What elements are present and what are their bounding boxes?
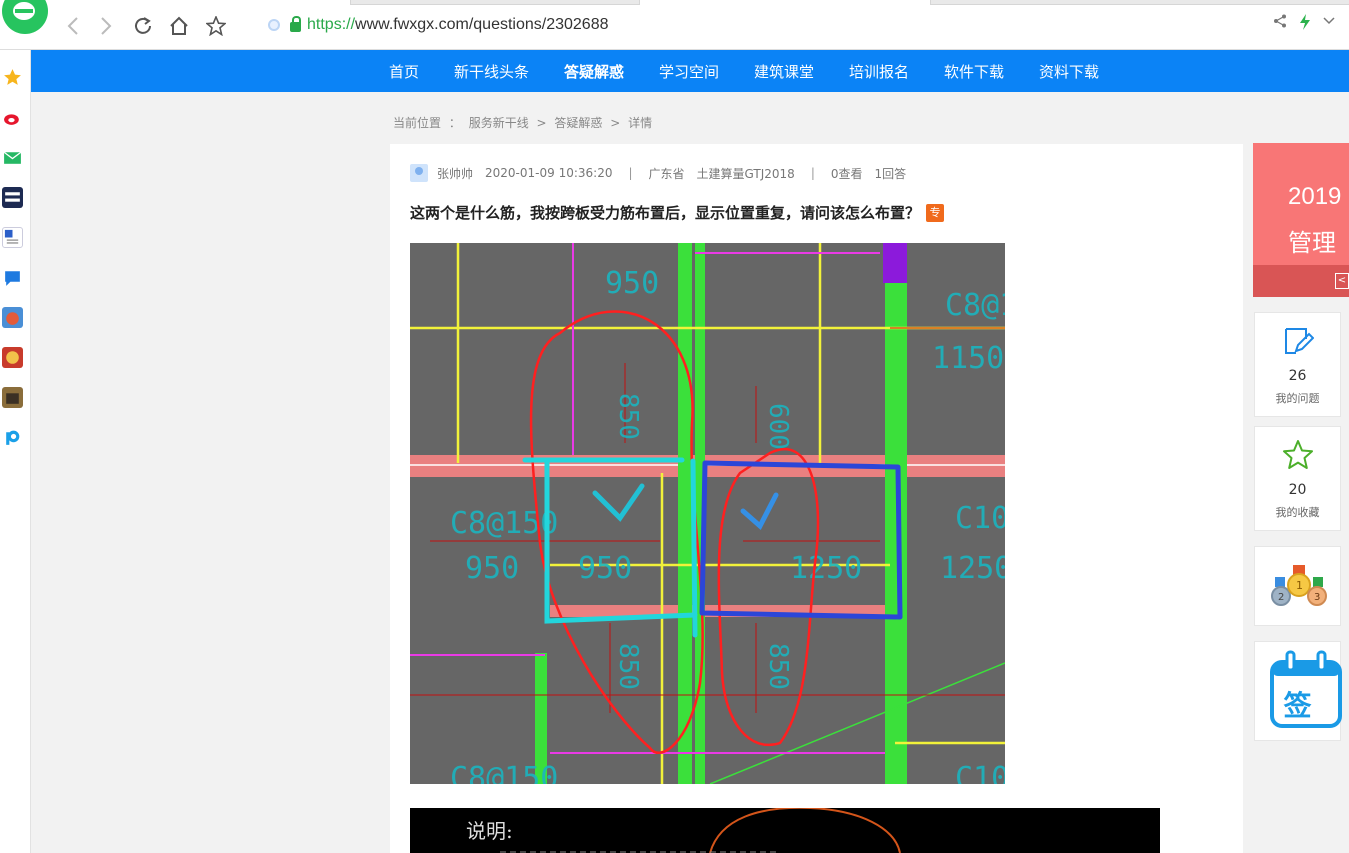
- forward-arrow-icon[interactable]: [93, 14, 119, 38]
- cad-label: 850: [763, 643, 793, 690]
- promo-year: 2019: [1288, 183, 1342, 210]
- main-navigation: 首页 新干线头条 答疑解惑 学习空间 建筑课堂 培训报名 软件下载 资料下载: [31, 50, 1349, 92]
- cad-label: C8@1: [945, 288, 1005, 323]
- avatar[interactable]: [410, 164, 428, 182]
- cad-label: C10: [955, 761, 1005, 784]
- post-datetime: 2020-01-09 10:36:20: [485, 166, 613, 180]
- weibo-icon[interactable]: [2, 107, 23, 128]
- medals-icon: 2 1 3: [1269, 561, 1329, 615]
- browser-logo-icon[interactable]: [2, 0, 48, 34]
- left-sidebar-dock: [0, 50, 31, 853]
- breadcrumb-link-service[interactable]: 服务新干线: [469, 116, 529, 130]
- answer-count: 1回答: [874, 166, 907, 181]
- favorites-star-icon[interactable]: [2, 67, 23, 88]
- svg-text:2: 2: [1278, 592, 1284, 603]
- breadcrumb: 当前位置 ： 服务新干线 > 答疑解惑 > 详情: [393, 114, 656, 131]
- game-app-icon-2[interactable]: [2, 347, 23, 368]
- nav-item-classroom[interactable]: 建筑课堂: [754, 61, 814, 82]
- breadcrumb-separator: >: [610, 116, 621, 130]
- daily-signin-card[interactable]: 签: [1254, 641, 1342, 741]
- promo-text: 管理: [1288, 229, 1336, 257]
- url-text: www.fwxgx.com/questions/2302688: [355, 16, 609, 33]
- browser-toolbar: https://www.fwxgx.com/questions/2302688: [0, 0, 1349, 50]
- cad-label: C8@150: [450, 506, 558, 541]
- breadcrumb-separator: >: [536, 116, 547, 130]
- p-app-icon[interactable]: [2, 427, 23, 448]
- signin-label: 签: [1283, 689, 1312, 722]
- author-name[interactable]: 张帅帅: [437, 165, 473, 182]
- cad-label: 950: [465, 551, 519, 586]
- cad-label: 1250: [790, 551, 862, 586]
- cad-label: 600: [763, 403, 793, 450]
- view-count: 0查看: [830, 166, 863, 181]
- nav-item-materials[interactable]: 资料下载: [1039, 61, 1099, 82]
- question-meta: 张帅帅 2020-01-09 10:36:20 | 广东省 土建算量GTJ201…: [410, 164, 906, 182]
- question-image-notes[interactable]: 说明:: [410, 808, 1160, 853]
- cad-note-label: 说明:: [466, 819, 513, 843]
- nav-item-qa[interactable]: 答疑解惑: [564, 61, 624, 82]
- meta-separator: |: [810, 166, 815, 180]
- nav-item-home[interactable]: 首页: [389, 61, 419, 82]
- share-icon[interactable]: [1273, 14, 1287, 34]
- game-app-icon-3[interactable]: [2, 387, 23, 408]
- address-bar[interactable]: https://www.fwxgx.com/questions/2302688: [262, 12, 1062, 38]
- site-info-icon[interactable]: [268, 19, 280, 31]
- my-favorites-label: 我的收藏: [1275, 506, 1320, 519]
- breadcrumb-link-qa[interactable]: 答疑解惑: [554, 116, 602, 130]
- edit-note-icon: [1282, 325, 1315, 361]
- browser-tab-strip: [930, 0, 1349, 5]
- chevron-down-icon[interactable]: [1323, 14, 1335, 34]
- my-favorites-count: 20: [1288, 482, 1307, 498]
- my-questions-card[interactable]: 26 我的问题: [1254, 312, 1341, 417]
- chat-bubble-icon[interactable]: [2, 267, 23, 288]
- region: 广东省: [648, 166, 685, 181]
- meta-separator: |: [628, 166, 633, 180]
- url-scheme: https://: [307, 16, 356, 33]
- svg-text:3: 3: [1314, 592, 1320, 603]
- bookmark-star-icon[interactable]: [203, 14, 229, 38]
- my-questions-label: 我的问题: [1275, 392, 1320, 405]
- game-app-icon-1[interactable]: [2, 307, 23, 328]
- lock-icon: [290, 16, 301, 32]
- reload-icon[interactable]: [130, 14, 156, 38]
- promo-banner[interactable]: 2019 管理 <: [1253, 143, 1349, 297]
- svg-text:1: 1: [1296, 579, 1303, 592]
- breadcrumb-colon: ：: [448, 116, 461, 130]
- word-doc-icon[interactable]: [2, 227, 23, 248]
- mail-icon[interactable]: [2, 147, 23, 168]
- nav-item-training[interactable]: 培训报名: [849, 61, 909, 82]
- star-outline-icon: [1282, 439, 1314, 475]
- cad-label: C8@150: [450, 761, 558, 784]
- ranking-card[interactable]: 2 1 3: [1254, 546, 1341, 626]
- global-net-icon[interactable]: [2, 187, 23, 208]
- home-icon[interactable]: [166, 14, 192, 38]
- question-card: 张帅帅 2020-01-09 10:36:20 | 广东省 土建算量GTJ201…: [390, 144, 1243, 853]
- nav-item-headlines[interactable]: 新干线头条: [454, 61, 529, 82]
- breadcrumb-label: 当前位置: [393, 116, 442, 130]
- expert-badge: 专: [926, 203, 945, 222]
- question-title: 这两个是什么筋，我按跨板受力筋布置后，显示位置重复，请问该怎么布置？ 专: [410, 202, 945, 223]
- nav-item-software[interactable]: 软件下载: [944, 61, 1004, 82]
- my-favorites-card[interactable]: 20 我的收藏: [1254, 426, 1341, 531]
- cad-label: 1250: [940, 551, 1005, 586]
- browser-tab[interactable]: [350, 0, 640, 5]
- back-arrow-icon[interactable]: [60, 14, 86, 38]
- cad-label: 950: [578, 551, 632, 586]
- cad-label: 1150: [932, 341, 1004, 376]
- cad-label: C10: [955, 501, 1005, 536]
- question-image-cad[interactable]: 950 C8@1 1150 C8@150 950 950 1250 1250 C…: [410, 243, 1005, 784]
- breadcrumb-current: 详情: [628, 116, 653, 130]
- question-title-text: 这两个是什么筋，我按跨板受力筋布置后，显示位置重复，请问该怎么布置？: [410, 204, 921, 222]
- cad-label: 850: [613, 643, 643, 690]
- cad-label: 950: [605, 266, 659, 301]
- chevron-left-icon[interactable]: <: [1335, 273, 1349, 289]
- cad-label: 850: [613, 393, 643, 440]
- my-questions-count: 26: [1288, 368, 1307, 384]
- nav-item-learning[interactable]: 学习空间: [659, 61, 719, 82]
- software-tag[interactable]: 土建算量GTJ2018: [697, 165, 795, 182]
- lightning-icon[interactable]: [1299, 14, 1311, 34]
